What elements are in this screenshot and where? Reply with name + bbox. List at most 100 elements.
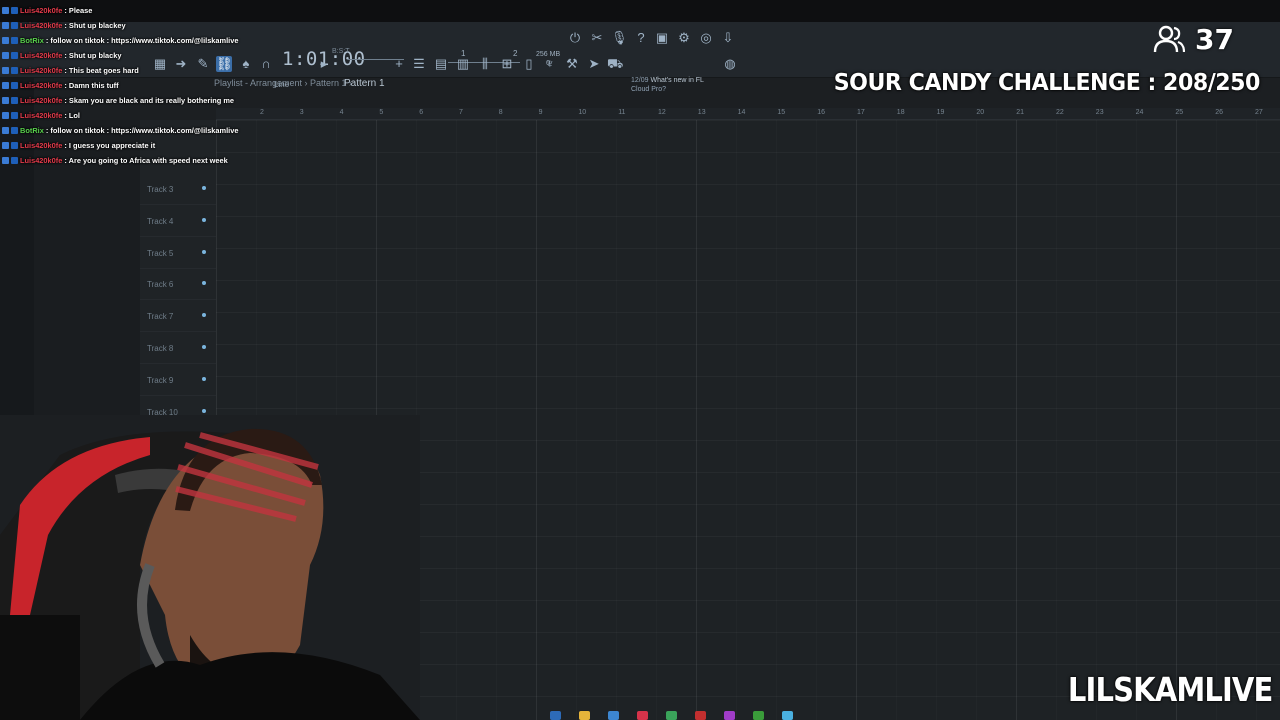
chat-text: Shut up blackey [68, 21, 126, 30]
chat-message: Luis420k0fe : I guess you appreciate it [0, 138, 260, 153]
track-header[interactable]: Track 9 [140, 364, 216, 396]
chat-message: BotRix : follow on tiktok : https://www.… [0, 33, 260, 48]
track-led-icon[interactable] [202, 376, 206, 381]
browser-icon[interactable]: ⊞ [499, 56, 515, 72]
ruler-bar-number: 18 [896, 109, 905, 116]
track-header[interactable]: Track 7 [140, 300, 216, 333]
chat-badges-icon [0, 111, 20, 121]
mixer-icon[interactable]: ⫼ [477, 56, 493, 72]
cut-icon[interactable]: ✂ [589, 30, 605, 46]
folder-icon[interactable] [579, 711, 590, 720]
ruler-bar-number: 26 [1215, 109, 1223, 116]
news-date: 12/09 [631, 77, 649, 84]
track-header[interactable]: Track 4 [140, 205, 216, 237]
track-name: Track 5 [147, 248, 174, 258]
add-pattern-icon[interactable]: + [391, 56, 407, 72]
chat-badges-icon [0, 21, 20, 31]
chat-username[interactable]: Luis420k0fe [20, 156, 62, 165]
chat-username[interactable]: Luis420k0fe [20, 96, 62, 105]
app-icon[interactable] [782, 711, 793, 720]
track-led-icon[interactable] [202, 186, 206, 190]
plug-icon[interactable]: ♆ [542, 56, 558, 72]
chat-username[interactable]: Luis420k0fe [20, 66, 62, 75]
chat-username[interactable]: Luis420k0fe [20, 6, 62, 15]
store-icon[interactable] [608, 711, 619, 720]
nvidia-icon[interactable] [753, 711, 764, 720]
ruler-bar-number: 21 [1016, 109, 1024, 116]
mic-icon[interactable]: 🎙 [611, 30, 628, 46]
track-led-icon[interactable] [202, 281, 206, 286]
chat-text: Are you going to Africa with speed next … [68, 156, 228, 165]
piano-roll-icon[interactable]: ▤ [433, 56, 449, 72]
chat-text: follow on tiktok : https://www.tiktok.co… [50, 126, 239, 135]
youtube-icon[interactable] [637, 711, 648, 720]
plugin-icon[interactable]: ⚙ [676, 30, 692, 46]
send-icon[interactable]: ➤ [586, 56, 602, 72]
track-led-icon[interactable] [202, 345, 206, 349]
chat-text: Please [68, 6, 93, 15]
channel-rack-icon[interactable]: ▥ [455, 56, 471, 72]
ruler-bar-number: 22 [1056, 109, 1064, 116]
ruler-bar-number: 27 [1255, 109, 1263, 116]
track-led-icon[interactable] [202, 313, 206, 318]
track-led-icon[interactable] [202, 249, 206, 254]
cart-icon[interactable]: ⛟ [607, 56, 623, 72]
track-name: Track 9 [147, 375, 174, 385]
ruler-bar-number: 6 [419, 109, 424, 116]
help-icon[interactable]: ? [633, 30, 649, 46]
track-led-icon[interactable] [202, 217, 206, 222]
ruler-bar-number: 20 [976, 109, 985, 116]
chat-message: Luis420k0fe : Skam you are black and its… [0, 93, 260, 108]
chat-username[interactable]: BotRix [20, 126, 44, 135]
chat-badges-icon [0, 141, 20, 151]
spotify-icon[interactable] [666, 711, 677, 720]
ruler-bar-number: 16 [817, 109, 825, 116]
ruler-bar-number: 8 [498, 109, 503, 116]
chat-username[interactable]: BotRix [20, 36, 44, 45]
track-header[interactable]: Track 5 [140, 237, 216, 269]
stream-frame: 1:01:00 B:S:T 1 2 256 MB 0 ⏻ ✂ 🎙 ? ▣ ⚙ ◎… [0, 0, 1280, 720]
chat-username[interactable]: Luis420k0fe [20, 21, 62, 30]
power-icon[interactable]: ⏻ [567, 30, 583, 46]
ruler-bar-number: 23 [1095, 109, 1104, 116]
chat-username[interactable]: Luis420k0fe [20, 141, 62, 150]
track-name: Track 8 [147, 344, 174, 353]
track-header[interactable]: Track 8 [140, 332, 216, 364]
timeline-ruler[interactable]: 2 3 4 5 6 7 8 9 10 11 12 13 14 15 16 17 18 19 20 21 22 23 24 25… [216, 108, 1280, 120]
play-triangle-icon[interactable]: ▸ [316, 56, 332, 72]
save-icon[interactable]: ▣ [654, 30, 670, 46]
ruler-bar-number: 14 [737, 109, 746, 116]
track-name: Track 6 [147, 280, 174, 290]
ruler-bar-number: 15 [777, 109, 786, 116]
viewer-counter: 37 [1153, 22, 1234, 56]
record-icon[interactable] [695, 711, 706, 720]
track-led-icon[interactable] [202, 408, 206, 413]
chat-username[interactable]: Luis420k0fe [20, 81, 62, 90]
globe-icon[interactable]: ◍ [722, 56, 738, 72]
chat-username[interactable]: Luis420k0fe [20, 51, 62, 60]
news-subtitle: Cloud Pro? [631, 86, 667, 93]
chat-badges-icon [0, 96, 20, 106]
viewer-count: 37 [1195, 22, 1234, 56]
download-icon[interactable]: ⇩ [720, 30, 736, 46]
file-icon[interactable]: ▯ [521, 56, 537, 72]
tool-icon[interactable]: ⚒ [564, 56, 580, 72]
playlist-icon[interactable]: ☰ [411, 56, 427, 72]
ruler-bar-number: 11 [618, 109, 626, 116]
magnet-icon[interactable]: ∩ [258, 56, 274, 72]
explorer-icon[interactable] [550, 711, 561, 720]
chat-text: Damn this tuff [68, 81, 119, 90]
chat-icon[interactable]: ◎ [698, 30, 714, 46]
ruler-bar-number: 5 [379, 109, 384, 116]
chat-username[interactable]: Luis420k0fe [20, 111, 62, 120]
track-header[interactable]: Track 6 [140, 268, 216, 301]
challenge-banner: SOUR CANDY CHALLENGE : 208/250 [833, 70, 1261, 96]
track-header[interactable]: Track 3 [140, 173, 216, 205]
channel-name: LILSKAMLIVE [1067, 670, 1272, 709]
chat-text: Skam you are black and its really bother… [68, 96, 235, 105]
news-panel[interactable]: 12/09 What's new in FL Cloud Pro? [631, 76, 704, 94]
instagram-icon[interactable] [724, 711, 735, 720]
ruler-bar-number: 19 [936, 109, 945, 116]
windows-taskbar [380, 708, 920, 720]
ruler-bar-number: 24 [1135, 109, 1144, 116]
